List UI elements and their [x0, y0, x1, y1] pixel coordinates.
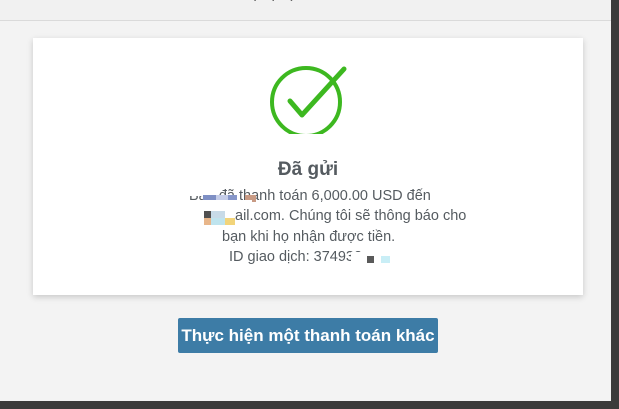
make-another-payment-button[interactable]: Thực hiện một thanh toán khác	[178, 318, 438, 353]
confirmation-title: Đã gửi	[277, 159, 339, 180]
check-circle-icon	[270, 66, 347, 134]
redaction-mask	[198, 200, 252, 207]
payment-confirmation-card: Đã gửi Bạn đã thanh toán 6,000.00 USD đế…	[33, 38, 583, 295]
redaction-block	[381, 256, 390, 263]
header-strip: ...	[0, 0, 611, 21]
recipient-email-message: ail.com. Chúng tôi sẽ thông báo cho	[235, 208, 467, 224]
notification-message: bạn khi họ nhận được tiền.	[222, 229, 396, 245]
header-partial-text: ...	[253, 0, 308, 5]
page-background: ... Đã gửi Bạn đã thanh toán 6,000.00 US…	[0, 0, 611, 401]
redaction-block	[204, 211, 211, 218]
redaction-block	[367, 256, 374, 263]
redaction-block	[211, 211, 225, 218]
transaction-id: ID giao dịch: 374932	[229, 249, 363, 265]
redaction-block	[225, 218, 235, 225]
redaction-block	[211, 218, 225, 225]
redaction-block	[204, 218, 211, 225]
